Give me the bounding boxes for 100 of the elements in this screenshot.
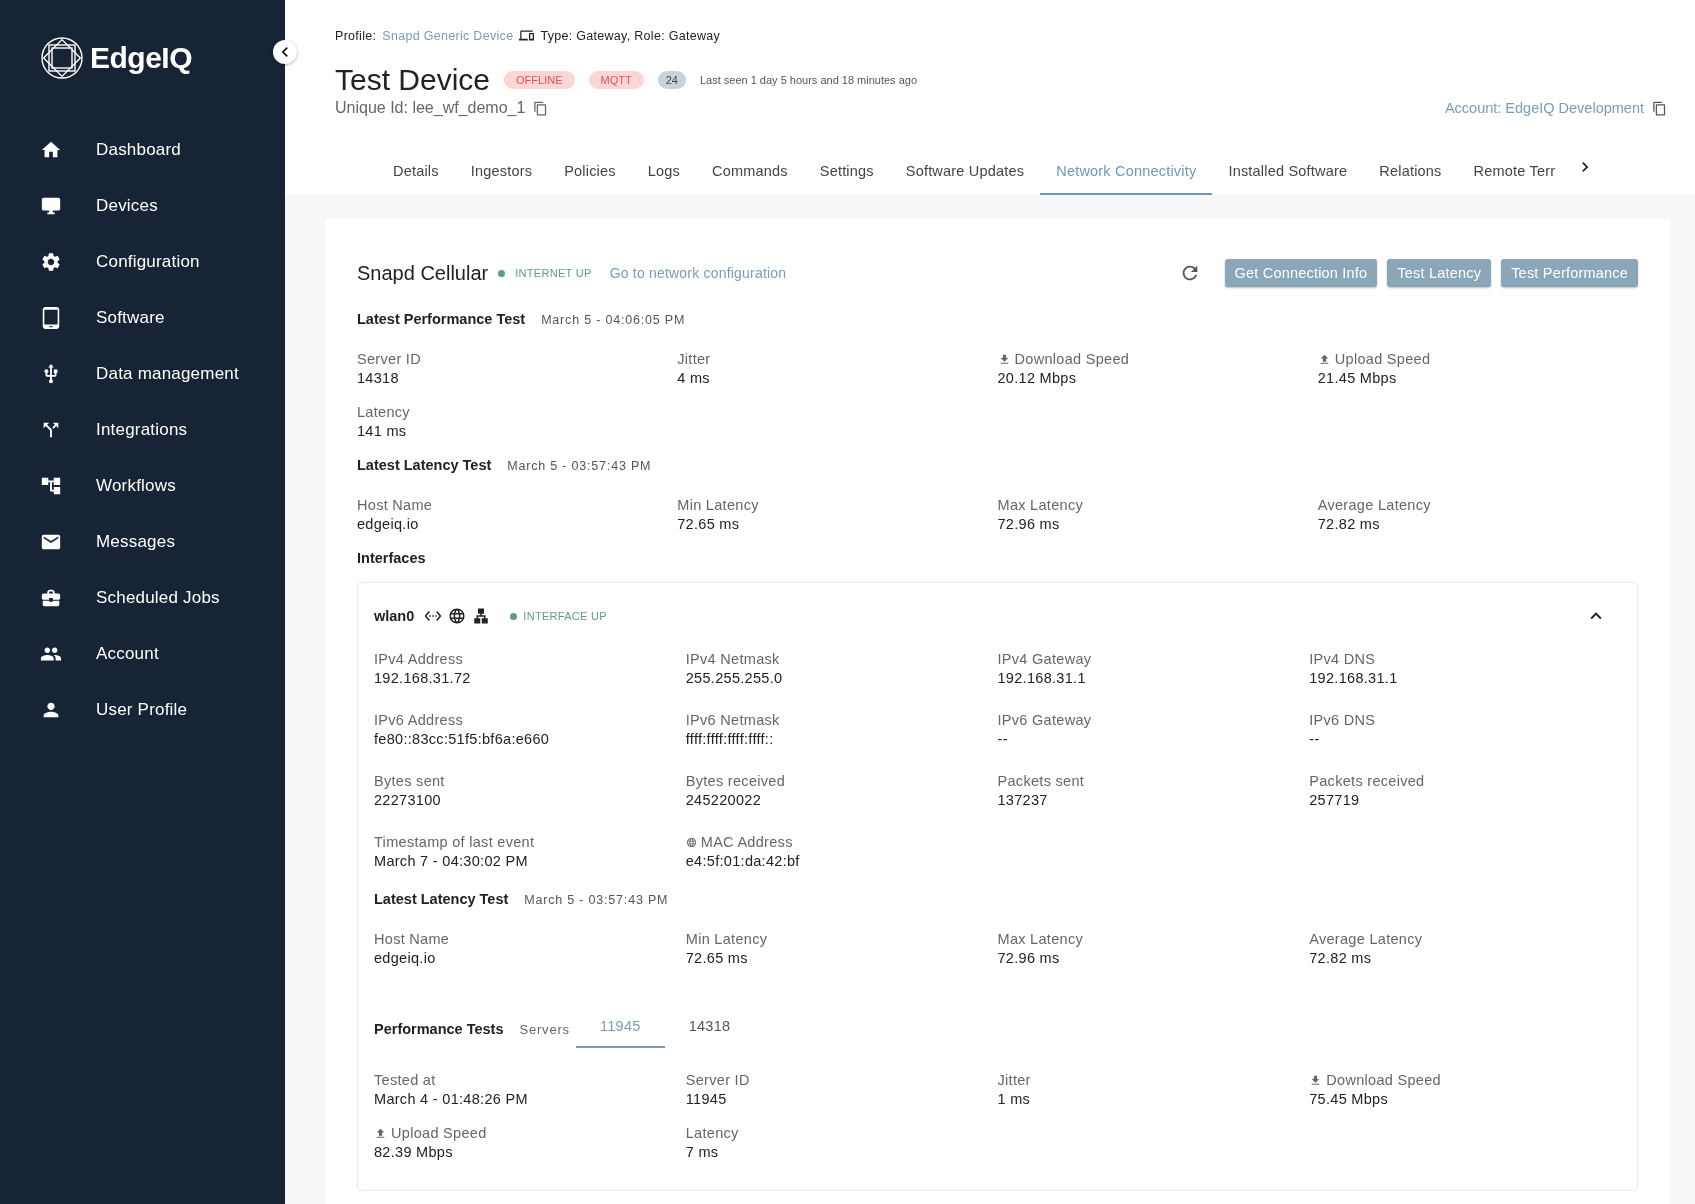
field-label: Jitter [677, 351, 712, 367]
field-value: 245220022 [685, 792, 763, 808]
interface-name: wlan0 [374, 608, 415, 624]
tab[interactable]: Logs [631, 151, 696, 195]
field-label: Average Latency [1309, 931, 1424, 947]
tab[interactable]: Settings [803, 151, 890, 195]
tab[interactable]: Software Updates [889, 151, 1041, 195]
nav-item[interactable]: Dashboard [40, 122, 285, 178]
field-value: 192.168.31.1 [997, 670, 1087, 686]
field-label: Packets received [1309, 773, 1426, 789]
unique-id: Unique Id: lee_wf_demo_1 [335, 99, 526, 117]
field-value: March 4 - 01:48:26 PM [374, 1091, 529, 1107]
field-value: 257719 [1309, 792, 1361, 808]
status-text: INTERNET UP [515, 267, 592, 279]
field-label: Max Latency [997, 931, 1084, 947]
field-value: 21.45 Mbps [1317, 370, 1398, 386]
field-value: March 7 - 04:30:02 PM [374, 853, 529, 869]
field-value: 22273100 [374, 792, 442, 808]
server-tab[interactable]: 14318 [664, 1010, 755, 1048]
nav-item[interactable]: Devices [40, 178, 285, 234]
collapse-button[interactable] [273, 40, 297, 64]
field-value: 72.96 ms [997, 950, 1061, 966]
hierarchy-icon [40, 475, 62, 497]
field-label: Upload Speed [1317, 351, 1638, 367]
field-label: Bytes received [685, 773, 787, 789]
field-value: 11945 [685, 1091, 728, 1107]
nav-item[interactable]: Account [40, 626, 285, 682]
tab[interactable]: Relations [1363, 151, 1458, 195]
nav-item[interactable]: Software [40, 290, 285, 346]
field-label: Timestamp of last event [374, 834, 536, 850]
field-value: ffff:ffff:ffff:ffff:: [685, 731, 775, 747]
field-label: Min Latency [677, 497, 760, 513]
field-value: 20.12 Mbps [997, 370, 1078, 386]
profile-label: Profile: [335, 28, 377, 43]
section-title: Latest Latency Test [357, 457, 492, 473]
field-value: 192.168.31.1 [1309, 670, 1399, 686]
status-badge: OFFLINE [504, 71, 575, 89]
upload-icon [374, 1126, 387, 1140]
card-title: Snapd Cellular [357, 261, 489, 285]
tab[interactable]: Commands [696, 151, 804, 195]
type-text: Type: Gateway, Role: Gateway [540, 28, 721, 43]
field-label: IPv4 Address [374, 651, 465, 667]
field-label: Upload Speed [374, 1125, 686, 1141]
logo-text: EdgeIQ [90, 41, 192, 75]
field-value: 1 ms [997, 1091, 1032, 1107]
field-label: IPv4 DNS [1309, 651, 1377, 667]
briefcase-icon [40, 587, 62, 609]
field-value: 72.65 ms [685, 950, 749, 966]
field-label: Download Speed [997, 351, 1318, 367]
section-title: Latest Performance Test [357, 311, 526, 327]
gear-icon [40, 251, 62, 273]
globe-icon [685, 836, 697, 848]
tab[interactable]: Details [377, 151, 455, 195]
section-date: March 5 - 03:57:43 PM [507, 459, 652, 473]
section-date: March 5 - 03:57:43 PM [524, 893, 669, 907]
field-value: 72.82 ms [1317, 516, 1381, 532]
field-label: Server ID [685, 1072, 751, 1088]
field-label: MAC Address [685, 834, 998, 850]
section-title: Interfaces [357, 550, 426, 566]
field-value: fe80::83cc:51f5:bf6a:e660 [374, 731, 551, 747]
status-text: INTERFACE UP [523, 610, 607, 622]
field-label: Tested at [374, 1072, 437, 1088]
field-value: 82.39 Mbps [374, 1144, 454, 1160]
monitor-icon [40, 195, 62, 217]
field-label: Host Name [357, 497, 434, 513]
field-value: 72.96 ms [997, 516, 1061, 532]
field-value: 141 ms [357, 423, 408, 439]
copy-icon[interactable] [1652, 100, 1667, 116]
nav-item[interactable]: User Profile [40, 682, 285, 738]
nav-item[interactable]: Workflows [40, 458, 285, 514]
section-title: Latest Latency Test [374, 891, 509, 907]
field-value: edgeiq.io [357, 516, 420, 532]
field-value: -- [997, 731, 1009, 747]
status-badge: 24 [657, 71, 686, 89]
section-title: Performance Tests [374, 1021, 504, 1037]
tab[interactable]: Installed Software [1212, 151, 1364, 195]
last-seen-text: Last seen 1 day 5 hours and 18 minutes ago [699, 74, 918, 86]
nav-item[interactable]: Integrations [40, 402, 285, 458]
field-value: 192.168.31.72 [374, 670, 472, 686]
nav-item[interactable]: Configuration [40, 234, 285, 290]
nav-item[interactable]: Data management [40, 346, 285, 402]
servers-label: Servers [519, 1021, 570, 1037]
nav-item[interactable]: Messages [40, 514, 285, 570]
copy-icon[interactable] [533, 100, 549, 116]
field-label: Average Latency [1317, 497, 1432, 513]
devices-icon [519, 28, 535, 43]
field-label: IPv6 Address [374, 712, 465, 728]
field-label: IPv6 Gateway [997, 712, 1093, 728]
field-value: e4:5f:01:da:42:bf [685, 853, 801, 869]
tab[interactable]: Policies [548, 151, 632, 195]
field-label: Host Name [374, 931, 451, 947]
tab[interactable]: Ingestors [454, 151, 549, 195]
nav-item[interactable]: Scheduled Jobs [40, 570, 285, 626]
field-label: IPv4 Gateway [997, 651, 1093, 667]
field-value: -- [1309, 731, 1321, 747]
field-value: 75.45 Mbps [1309, 1091, 1390, 1107]
field-value: 4 ms [677, 370, 711, 386]
field-value: 72.82 ms [1309, 950, 1373, 966]
field-label: IPv6 Netmask [685, 712, 781, 728]
tab[interactable]: Remote Terr [1457, 151, 1572, 195]
